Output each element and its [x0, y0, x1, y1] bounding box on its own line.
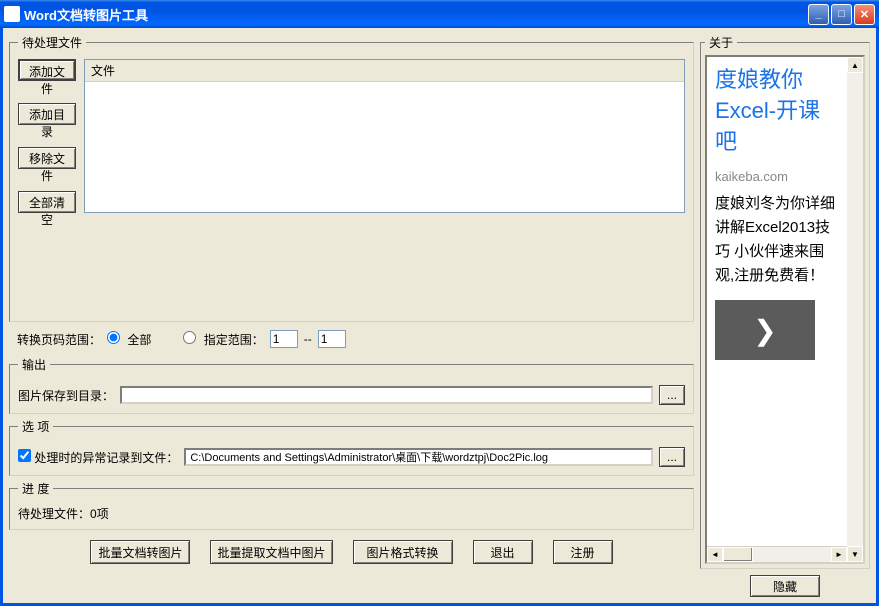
about-hscrollbar[interactable]: ◄ ► [707, 546, 847, 562]
remove-file-button[interactable]: 移除文件 [18, 147, 76, 169]
scroll-right-icon[interactable]: ► [831, 547, 847, 562]
hscroll-thumb[interactable] [723, 547, 753, 562]
bottom-action-bar: 批量文档转图片 批量提取文档中图片 图片格式转换 退出 注册 [9, 534, 694, 566]
titlebar: Word文档转图片工具 _ □ ✕ [0, 0, 879, 28]
register-button[interactable]: 注册 [553, 540, 613, 564]
ad-arrow-button[interactable]: ❯ [715, 300, 815, 360]
radio-range[interactable] [183, 331, 196, 344]
maximize-button[interactable]: □ [831, 4, 852, 25]
chevron-right-icon: ❯ [753, 314, 776, 347]
pending-files-group: 待处理文件 添加文件 添加目录 移除文件 全部清空 文件 [9, 34, 694, 322]
window-controls: _ □ ✕ [808, 4, 875, 25]
pending-files-legend: 待处理文件 [18, 34, 86, 51]
log-checkbox-label[interactable]: 处理时的异常记录到文件： [18, 449, 178, 466]
options-legend: 选 项 [18, 418, 53, 435]
hide-button[interactable]: 隐藏 [750, 575, 820, 597]
radio-all[interactable] [107, 331, 120, 344]
batch-extract-button[interactable]: 批量提取文档中图片 [210, 540, 332, 564]
save-dir-label: 图片保存到目录： [18, 387, 114, 404]
progress-text: 待处理文件：0项 [18, 505, 685, 522]
hide-row: 隐藏 [700, 569, 870, 597]
minimize-button[interactable]: _ [808, 4, 829, 25]
ad-panel[interactable]: 度娘教你Excel-开课吧 kaikeba.com 度娘刘冬为你详细讲解Exce… [707, 57, 847, 546]
app-icon [4, 6, 20, 22]
scroll-down-icon[interactable]: ▼ [847, 546, 863, 562]
list-header-file[interactable]: 文件 [85, 60, 684, 82]
add-file-button[interactable]: 添加文件 [18, 59, 76, 81]
range-from-input[interactable] [270, 330, 298, 348]
range-sep: -- [304, 332, 312, 346]
about-content: 度娘教你Excel-开课吧 kaikeba.com 度娘刘冬为你详细讲解Exce… [705, 55, 865, 564]
scroll-left-icon[interactable]: ◄ [707, 547, 723, 562]
output-group: 输出 图片保存到目录： ... [9, 356, 694, 414]
format-convert-button[interactable]: 图片格式转换 [353, 540, 453, 564]
save-dir-input[interactable] [120, 386, 653, 404]
log-path-input[interactable] [184, 448, 653, 466]
log-checkbox[interactable] [18, 449, 31, 462]
browse-save-dir-button[interactable]: ... [659, 385, 685, 405]
scroll-up-icon[interactable]: ▲ [847, 57, 863, 73]
output-legend: 输出 [18, 356, 50, 373]
clear-all-button[interactable]: 全部清空 [18, 191, 76, 213]
about-group: 关于 度娘教你Excel-开课吧 kaikeba.com 度娘刘冬为你详细讲解E… [700, 34, 870, 569]
progress-group: 进 度 待处理文件：0项 [9, 480, 694, 530]
add-dir-button[interactable]: 添加目录 [18, 103, 76, 125]
exit-button[interactable]: 退出 [473, 540, 533, 564]
page-range-specify-option[interactable]: 指定范围： [183, 331, 263, 348]
main-column: 待处理文件 添加文件 添加目录 移除文件 全部清空 文件 转换页码范围： 全部 … [9, 34, 694, 597]
page-range-label: 转换页码范围： [17, 331, 101, 348]
progress-legend: 进 度 [18, 480, 53, 497]
hscroll-track[interactable] [723, 547, 831, 562]
range-to-input[interactable] [318, 330, 346, 348]
about-vscrollbar[interactable]: ▲ ▼ [847, 57, 863, 562]
page-range-row: 转换页码范围： 全部 指定范围： -- [9, 326, 694, 352]
vscroll-track[interactable] [847, 73, 863, 546]
ad-domain: kaikeba.com [715, 169, 839, 184]
page-range-all-option[interactable]: 全部 [107, 331, 151, 348]
window-title: Word文档转图片工具 [24, 5, 808, 24]
side-column: 关于 度娘教你Excel-开课吧 kaikeba.com 度娘刘冬为你详细讲解E… [700, 34, 870, 597]
close-button[interactable]: ✕ [854, 4, 875, 25]
about-legend: 关于 [705, 34, 737, 51]
ad-body: 度娘刘冬为你详细讲解Excel2013技巧 小伙伴速来围观,注册免费看！ [715, 192, 839, 288]
batch-convert-button[interactable]: 批量文档转图片 [90, 540, 190, 564]
browse-log-button[interactable]: ... [659, 447, 685, 467]
options-group: 选 项 处理时的异常记录到文件： ... [9, 418, 694, 476]
app-body: 待处理文件 添加文件 添加目录 移除文件 全部清空 文件 转换页码范围： 全部 … [0, 28, 879, 606]
file-actions-sidebar: 添加文件 添加目录 移除文件 全部清空 [18, 59, 76, 213]
ad-title: 度娘教你Excel-开课吧 [715, 65, 839, 157]
files-listview[interactable]: 文件 [84, 59, 685, 213]
